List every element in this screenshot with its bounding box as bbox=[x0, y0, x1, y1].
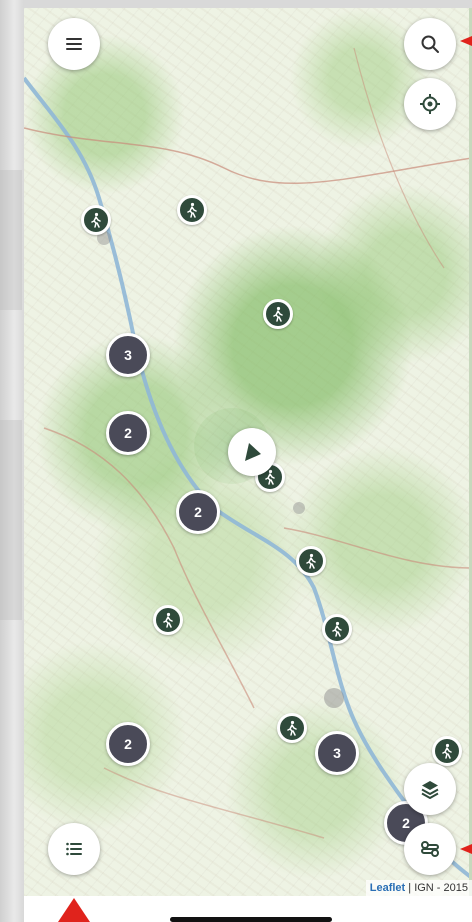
home-indicator[interactable] bbox=[170, 917, 332, 922]
annotation-arrow-left-icon bbox=[460, 844, 472, 854]
hiker-icon bbox=[332, 621, 342, 637]
search-icon bbox=[421, 35, 439, 53]
leaflet-link[interactable]: Leaflet bbox=[370, 882, 405, 894]
hike-marker[interactable] bbox=[177, 195, 207, 225]
list-icon bbox=[66, 842, 82, 856]
annotation-arrow-up-icon bbox=[58, 898, 90, 922]
locate-button[interactable] bbox=[404, 78, 456, 130]
hiker-icon bbox=[442, 743, 452, 759]
hike-marker[interactable] bbox=[153, 605, 183, 635]
hiker-icon bbox=[287, 720, 297, 736]
hike-marker[interactable] bbox=[322, 614, 352, 644]
hike-marker[interactable] bbox=[263, 299, 293, 329]
top-strip bbox=[24, 0, 472, 8]
route-button[interactable] bbox=[404, 823, 456, 875]
cluster-marker[interactable]: 2 bbox=[106, 411, 150, 455]
attribution-separator: | bbox=[405, 882, 415, 894]
device-bezel bbox=[0, 0, 24, 922]
layers-icon bbox=[421, 781, 439, 799]
bezel-shade bbox=[0, 420, 22, 620]
search-button[interactable] bbox=[404, 18, 456, 70]
hiker-icon bbox=[187, 202, 197, 218]
hiker-icon bbox=[273, 306, 283, 322]
hiker-icon bbox=[163, 612, 173, 628]
cluster-marker[interactable]: 3 bbox=[315, 731, 359, 775]
crosshair-icon bbox=[420, 94, 440, 114]
hike-marker[interactable] bbox=[81, 205, 111, 235]
bezel-shade bbox=[0, 170, 22, 310]
hiker-icon bbox=[91, 212, 101, 228]
menu-icon bbox=[66, 38, 82, 50]
attribution-source: IGN - 2015 bbox=[414, 882, 468, 894]
cluster-marker[interactable]: 3 bbox=[106, 333, 150, 377]
hike-marker[interactable] bbox=[277, 713, 307, 743]
cluster-marker[interactable]: 2 bbox=[176, 490, 220, 534]
menu-button[interactable] bbox=[48, 18, 100, 70]
cluster-marker[interactable]: 2 bbox=[106, 722, 150, 766]
annotation-arrow-left-icon bbox=[460, 36, 472, 46]
route-icon bbox=[421, 841, 439, 857]
current-location-marker bbox=[228, 428, 276, 476]
list-view-button[interactable] bbox=[48, 823, 100, 875]
layers-button[interactable] bbox=[404, 763, 456, 815]
navigation-arrow-icon bbox=[245, 443, 261, 461]
hike-marker[interactable] bbox=[296, 546, 326, 576]
map-attribution: Leaflet | IGN - 2015 bbox=[365, 880, 472, 896]
hiker-icon bbox=[306, 553, 316, 569]
hike-marker[interactable] bbox=[432, 736, 462, 766]
